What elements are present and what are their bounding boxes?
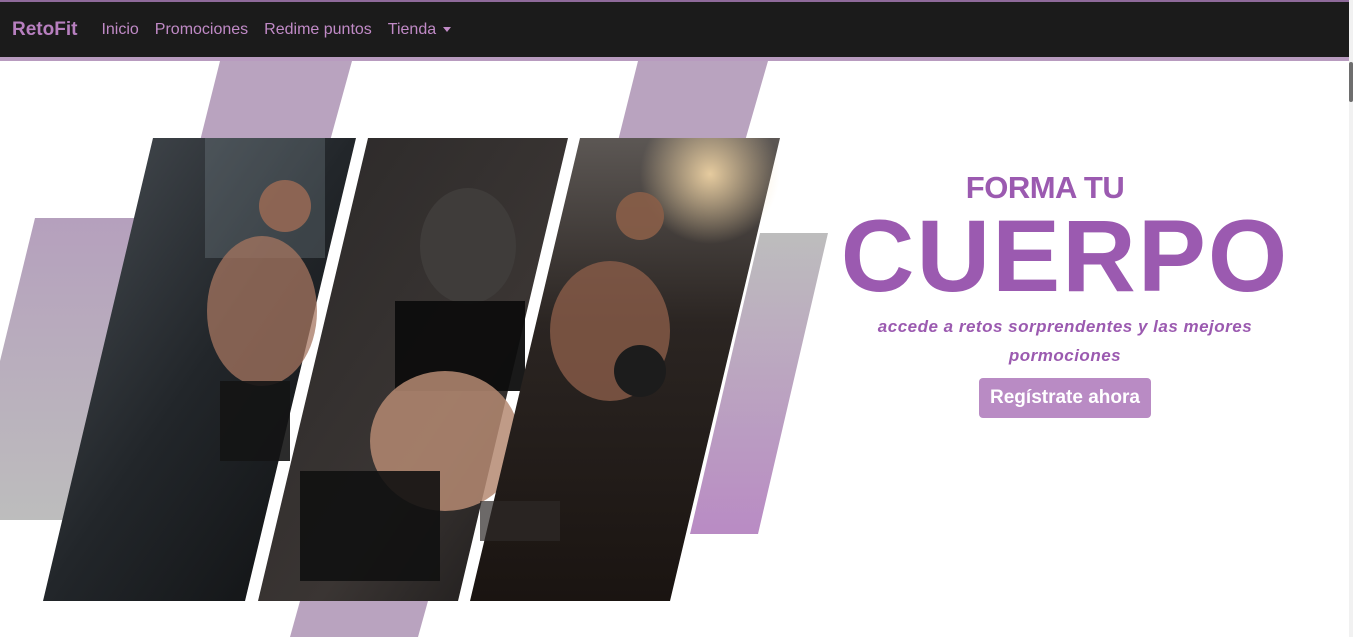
scrollbar-thumb[interactable]	[1349, 62, 1353, 102]
hero-subtitle: accede a retos sorprendentes y las mejor…	[877, 317, 1253, 365]
nav-link-redime-puntos[interactable]: Redime puntos	[264, 21, 372, 39]
stripe-top-right	[618, 61, 768, 141]
hero-title: CUERPO	[840, 199, 1290, 313]
brand-logo[interactable]: RetoFit	[12, 19, 77, 41]
nav-dropdown-tienda-label: Tienda	[387, 20, 437, 38]
stripe-bottom	[290, 601, 428, 637]
nav-link-inicio[interactable]: Inicio	[101, 21, 138, 39]
hero-collage	[0, 61, 840, 637]
navbar: RetoFit Inicio Promociones Redime puntos…	[0, 0, 1349, 61]
register-now-button[interactable]: Regístrate ahora	[979, 378, 1151, 418]
hero-text: FORMA TU CUERPO accede a retos sorprende…	[840, 170, 1290, 418]
nav-link-promociones[interactable]: Promociones	[155, 21, 248, 39]
nav-dropdown-tienda[interactable]: Tienda	[387, 20, 452, 39]
scrollbar[interactable]	[1349, 0, 1353, 637]
stripe-top-left	[200, 61, 352, 141]
caret-down-icon	[443, 27, 452, 32]
